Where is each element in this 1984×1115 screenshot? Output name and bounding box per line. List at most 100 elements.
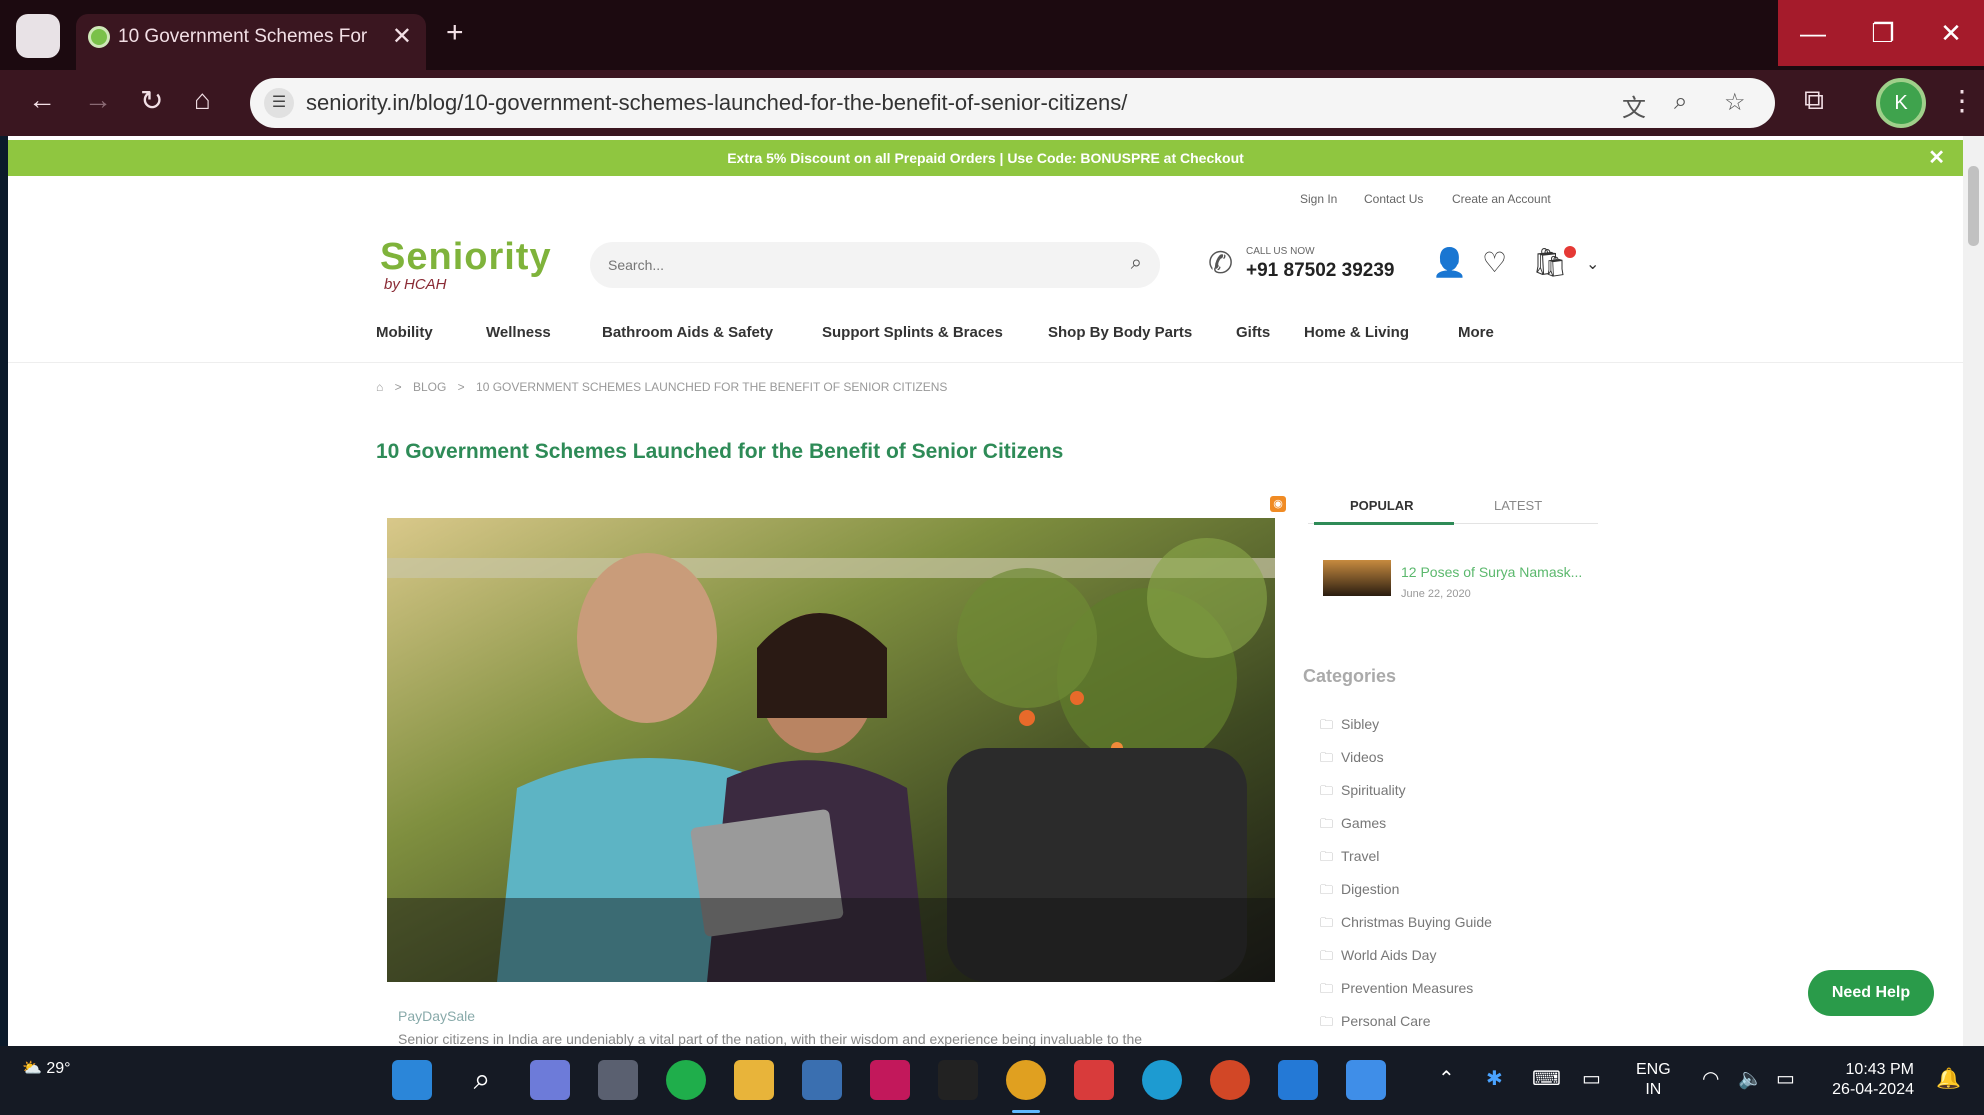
- weather-widget[interactable]: ⛅ 29°: [22, 1058, 71, 1078]
- paint-icon[interactable]: [1346, 1060, 1386, 1100]
- category-label: World Aids Day: [1341, 947, 1437, 963]
- tab-popular[interactable]: POPULAR: [1350, 498, 1414, 513]
- start-icon[interactable]: [392, 1060, 432, 1100]
- menu-support-splints[interactable]: Support Splints & Braces: [822, 324, 1003, 341]
- popular-post-title[interactable]: 12 Poses of Surya Namask...: [1401, 564, 1582, 580]
- category-label: Personal Care: [1341, 1013, 1431, 1029]
- search-icon[interactable]: ⌕: [1131, 252, 1142, 275]
- rss-icon[interactable]: ◉: [1270, 496, 1286, 512]
- category-item[interactable]: 🗀 Spirituality: [1320, 782, 1492, 815]
- taskbar: ⛅ 29° ⌕ ⌃ ✱ ⌨ ▭ ENG IN ◠ 🔈 ▭ 10:43 PM 26-0…: [0, 1046, 1984, 1115]
- app-icon[interactable]: [870, 1060, 910, 1100]
- post-thumbnail[interactable]: [1323, 560, 1391, 596]
- menu-mobility[interactable]: Mobility: [376, 324, 433, 341]
- promo-banner: Extra 5% Discount on all Prepaid Orders …: [8, 140, 1963, 176]
- category-item[interactable]: 🗀 Videos: [1320, 749, 1492, 782]
- category-item[interactable]: 🗀 Prevention Measures: [1320, 980, 1492, 1013]
- address-bar[interactable]: ☰ seniority.in/blog/10-government-scheme…: [250, 78, 1775, 128]
- category-item[interactable]: 🗀 Digestion: [1320, 881, 1492, 914]
- browser-profile-button[interactable]: [16, 14, 60, 58]
- browser-menu-icon[interactable]: ⋮: [1948, 84, 1976, 117]
- call-number[interactable]: +91 87502 39239: [1246, 260, 1394, 282]
- extensions-icon[interactable]: ⧉: [1804, 84, 1824, 117]
- snipping-tool-icon[interactable]: [802, 1060, 842, 1100]
- cart-icon[interactable]: 🛍: [1532, 246, 1568, 279]
- battery-icon[interactable]: ▭: [1776, 1066, 1795, 1091]
- paydaysale-image-alt[interactable]: PayDaySale: [398, 1008, 475, 1024]
- widgets-icon[interactable]: [530, 1060, 570, 1100]
- close-window-button[interactable]: ✕: [1918, 0, 1984, 66]
- category-item[interactable]: 🗀 Games: [1320, 815, 1492, 848]
- contact-us-link[interactable]: Contact Us: [1364, 192, 1423, 206]
- volume-icon[interactable]: 🔈: [1738, 1066, 1763, 1091]
- menu-home-living[interactable]: Home & Living: [1304, 324, 1409, 341]
- search-input[interactable]: [608, 252, 1108, 278]
- touchpad-icon[interactable]: ▭: [1582, 1066, 1601, 1091]
- edge-icon[interactable]: [1142, 1060, 1182, 1100]
- call-label: CALL US NOW: [1246, 246, 1315, 257]
- need-help-button[interactable]: Need Help: [1808, 970, 1934, 1016]
- calendar-app-icon[interactable]: [1074, 1060, 1114, 1100]
- system-clock[interactable]: 10:43 PM 26-04-2024: [1822, 1060, 1914, 1100]
- categories-heading: Categories: [1303, 666, 1397, 686]
- zoom-icon[interactable]: ⌕: [1674, 88, 1687, 116]
- search-taskbar-icon[interactable]: ⌕: [462, 1060, 502, 1100]
- language-indicator[interactable]: ENG IN: [1636, 1060, 1671, 1100]
- category-item[interactable]: 🗀 Personal Care: [1320, 1013, 1492, 1046]
- category-item[interactable]: 🗀 Sibley: [1320, 716, 1492, 749]
- logo-by: by HCAH: [384, 276, 447, 293]
- terminal-icon[interactable]: [938, 1060, 978, 1100]
- breadcrumb-home-icon[interactable]: ⌂: [376, 380, 383, 394]
- wishlist-heart-icon[interactable]: ♡: [1482, 246, 1507, 279]
- restore-button[interactable]: ❐: [1848, 0, 1918, 66]
- profile-avatar[interactable]: K: [1876, 78, 1926, 128]
- category-label: Christmas Buying Guide: [1341, 914, 1492, 930]
- forward-arrow-icon[interactable]: →: [84, 84, 112, 116]
- reload-icon[interactable]: ↻: [140, 84, 163, 117]
- vscode-icon[interactable]: [1278, 1060, 1318, 1100]
- minimize-button[interactable]: —: [1778, 0, 1848, 66]
- keyboard-icon[interactable]: ⌨: [1532, 1066, 1561, 1091]
- bluetooth-icon[interactable]: ✱: [1486, 1066, 1503, 1091]
- sign-in-link[interactable]: Sign In: [1300, 192, 1337, 206]
- menu-bathroom-aids[interactable]: Bathroom Aids & Safety: [602, 324, 773, 341]
- breadcrumb-blog[interactable]: BLOG: [413, 380, 446, 394]
- url-text[interactable]: seniority.in/blog/10-government-schemes-…: [306, 90, 1127, 116]
- menu-gifts[interactable]: Gifts: [1236, 324, 1270, 341]
- whatsapp-icon[interactable]: [666, 1060, 706, 1100]
- powerpoint-icon[interactable]: [1210, 1060, 1250, 1100]
- site-info-icon[interactable]: ☰: [264, 88, 294, 118]
- new-tab-button[interactable]: +: [446, 16, 464, 50]
- file-explorer-icon[interactable]: [734, 1060, 774, 1100]
- category-item[interactable]: 🗀 Travel: [1320, 848, 1492, 881]
- category-label: Prevention Measures: [1341, 980, 1474, 996]
- promo-close-icon[interactable]: ✕: [1928, 140, 1945, 176]
- back-arrow-icon[interactable]: ←: [28, 84, 56, 116]
- menu-shop-by-body-parts[interactable]: Shop By Body Parts: [1048, 324, 1192, 341]
- translate-icon[interactable]: 文: [1622, 88, 1646, 123]
- clock-date: 26-04-2024: [1832, 1081, 1914, 1098]
- active-tab[interactable]: 10 Government Schemes For S ✕: [76, 14, 426, 70]
- bookmark-star-icon[interactable]: ☆: [1724, 88, 1746, 117]
- category-label: Sibley: [1341, 716, 1380, 732]
- account-icon[interactable]: 👤: [1432, 246, 1467, 279]
- menu-more[interactable]: More: [1458, 324, 1494, 341]
- wifi-icon[interactable]: ◠: [1702, 1066, 1719, 1091]
- clock-time: 10:43 PM: [1845, 1061, 1914, 1078]
- tray-overflow-chevron-icon[interactable]: ⌃: [1438, 1066, 1455, 1091]
- task-view-icon[interactable]: [598, 1060, 638, 1100]
- tab-latest[interactable]: LATEST: [1494, 498, 1542, 513]
- page-scrollbar[interactable]: [1963, 136, 1984, 1046]
- cart-chevron-down-icon[interactable]: ⌄: [1586, 254, 1599, 274]
- create-account-link[interactable]: Create an Account: [1452, 192, 1551, 206]
- category-item[interactable]: 🗀 Christmas Buying Guide: [1320, 914, 1492, 947]
- category-item[interactable]: 🗀 World Aids Day: [1320, 947, 1492, 980]
- home-icon[interactable]: ⌂: [194, 84, 211, 116]
- site-logo[interactable]: Seniority by HCAH: [380, 236, 552, 293]
- chrome-icon[interactable]: [1006, 1060, 1046, 1113]
- scrollbar-thumb[interactable]: [1968, 166, 1979, 246]
- notification-bell-icon[interactable]: 🔔: [1936, 1066, 1961, 1091]
- category-label: Videos: [1341, 749, 1384, 765]
- menu-wellness[interactable]: Wellness: [486, 324, 551, 341]
- tab-close-icon[interactable]: ✕: [392, 22, 412, 51]
